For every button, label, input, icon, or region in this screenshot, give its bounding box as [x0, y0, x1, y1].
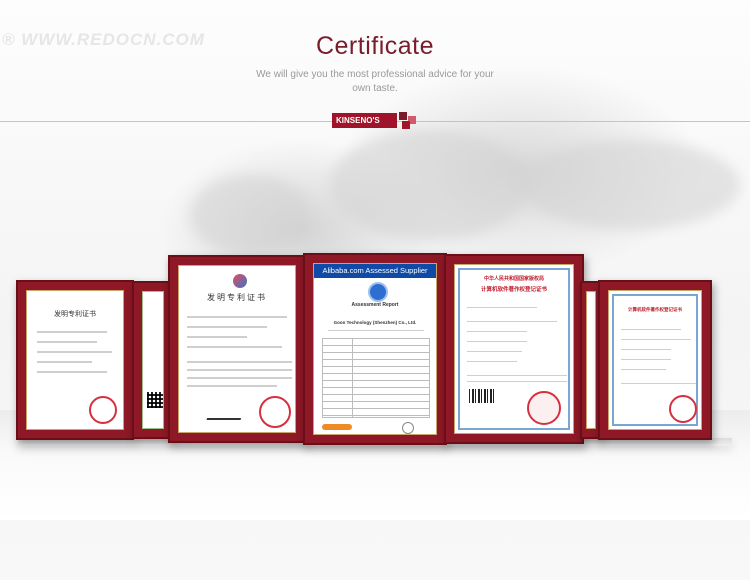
footer-emblem	[402, 422, 414, 434]
text-line	[37, 351, 112, 353]
text-line	[467, 307, 537, 308]
qr-code	[147, 392, 163, 408]
text-line	[187, 336, 247, 338]
assessment-report-label: Assessment Report	[351, 302, 399, 308]
certificate-right-far[interactable]: 计算机软件著作权登记证书	[598, 280, 712, 440]
red-seal	[259, 396, 291, 428]
certificate-paper	[142, 291, 164, 429]
certificate-heading: 发明专利证书	[54, 310, 96, 318]
barcode	[469, 389, 495, 403]
certificate-authority: 中华人民共和国国家版权局	[483, 276, 544, 282]
logo-square-dark	[399, 112, 407, 120]
text-line	[467, 381, 567, 382]
certificate-paper: 中华人民共和国国家版权局 计算机软件著作权登记证书	[454, 264, 574, 434]
signature-mark	[206, 406, 246, 420]
text-line	[37, 341, 97, 343]
alibaba-heading: Alibaba.com Assessed Supplier	[314, 264, 436, 278]
logo-square-mid	[402, 121, 410, 129]
page-subtitle: We will give you the most professional a…	[256, 69, 494, 94]
info-table	[322, 338, 430, 418]
background-thumb	[190, 175, 310, 255]
assessment-badge-icon	[368, 282, 388, 302]
text-line	[467, 375, 567, 376]
text-line	[621, 349, 671, 350]
text-line	[187, 326, 267, 328]
certificate-heading: 发明专利证书	[207, 293, 267, 302]
text-line	[187, 346, 282, 348]
certificate-paper: 发明专利证书	[26, 290, 124, 430]
text-line	[621, 369, 666, 370]
text-line	[37, 371, 107, 373]
certificate-heading: 计算机软件著作权登记证书	[628, 308, 682, 313]
text-line	[187, 377, 292, 379]
text-line	[37, 361, 92, 363]
company-name: Goon Technology (Shenzhen) Co., Ltd.	[333, 320, 417, 325]
text-line	[467, 321, 557, 322]
certificate-paper: 发明专利证书	[178, 265, 296, 433]
text-line	[621, 383, 696, 384]
text-line	[467, 341, 527, 342]
certificate-paper	[586, 291, 596, 429]
certificate-paper: Alibaba.com Assessed Supplier Assessment…	[313, 263, 437, 435]
background-arm	[520, 140, 740, 230]
red-star-seal	[527, 391, 561, 425]
red-seal	[669, 395, 697, 423]
background-hand	[330, 130, 530, 240]
text-line	[467, 361, 517, 362]
page-title: Certificate	[315, 32, 435, 60]
alibaba-footer-logo	[322, 424, 352, 430]
certificate-alibaba[interactable]: Alibaba.com Assessed Supplier Assessment…	[303, 253, 447, 445]
text-line	[187, 369, 292, 371]
text-line	[467, 331, 527, 332]
certificate-software[interactable]: 中华人民共和国国家版权局 计算机软件著作权登记证书	[444, 254, 584, 444]
text-line	[467, 351, 522, 352]
text-line	[328, 330, 424, 331]
brand-logo[interactable]: KINSENO'S	[332, 112, 418, 129]
brand-logo-text: KINSENO'S	[332, 113, 397, 128]
red-seal	[89, 396, 117, 424]
certificate-paper: 计算机软件著作权登记证书	[608, 290, 702, 430]
certificate-heading: 计算机软件著作权登记证书	[480, 287, 547, 293]
text-line	[187, 385, 277, 387]
text-line	[621, 329, 681, 330]
text-line	[621, 339, 691, 340]
text-line	[187, 361, 292, 363]
text-line	[187, 316, 287, 318]
text-line	[621, 359, 671, 360]
info-table-divider	[352, 338, 353, 418]
patent-logo-icon	[233, 274, 247, 288]
certificate-left-far[interactable]: 发明专利证书	[16, 280, 134, 440]
certificate-patent[interactable]: 发明专利证书	[168, 255, 306, 443]
text-line	[37, 331, 107, 333]
